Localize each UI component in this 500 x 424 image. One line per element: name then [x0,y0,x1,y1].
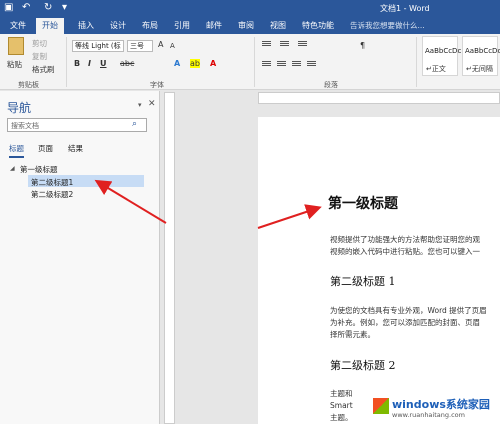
highlight-icon[interactable]: ab [190,59,200,68]
title-bar: ▣ ↶ ↻ ▾ 文档1 - Word [0,0,500,17]
font-size-select[interactable]: 三号 [127,40,153,52]
copy-button[interactable]: 复制 [32,51,47,62]
clipboard-group-label: 剪贴板 [18,81,39,89]
style-sample: AaBbCcDc [425,47,462,55]
bold-button[interactable]: B [74,59,80,68]
shrink-font-icon[interactable]: A [170,42,175,50]
tab-review[interactable]: 审阅 [238,20,254,31]
tab-file[interactable]: 文件 [10,20,26,31]
heading-1[interactable]: 第一级标题 [328,193,398,213]
paragraph-line[interactable]: 视频提供了功能强大的方法帮助您证明您的观 [330,234,480,246]
watermark-text: windows系统家园 [392,398,490,411]
strikethrough-button[interactable]: abc [120,59,134,68]
watermark-url: www.ruanhaitang.com [392,411,465,419]
paragraph-group-label: 段落 [324,81,338,89]
ribbon-tabs: 文件 开始 插入 设计 布局 引用 邮件 审阅 视图 特色功能 告诉我您想要做什… [0,17,500,34]
save-icon[interactable]: ▣ [4,2,13,14]
paragraph-line[interactable]: 视频的嵌入代码中进行粘贴。您也可以键入一 [330,246,480,258]
window-title: 文档1 - Word [380,4,430,13]
tree-item-h2-2[interactable]: 第二级标题2 [31,189,73,200]
font-color-icon[interactable]: A [210,59,216,68]
align-left-icon[interactable] [262,61,271,69]
heading-2-a[interactable]: 第二级标题 1 [330,273,396,289]
tab-special[interactable]: 特色功能 [302,20,334,31]
paste-button[interactable]: 粘贴 [7,59,22,70]
style-normal[interactable]: AaBbCcDc ↵正文 [422,36,462,76]
paste-icon[interactable] [8,37,24,55]
font-group-label: 字体 [150,81,164,89]
tab-mailings[interactable]: 邮件 [206,20,222,31]
bullets-icon[interactable] [262,41,271,49]
nav-options-icon[interactable]: ▾ [138,101,142,109]
multilevel-list-icon[interactable] [298,41,307,49]
tab-layout[interactable]: 布局 [142,20,158,31]
nav-tab-headings[interactable]: 标题 [9,143,24,158]
navigation-pane: 导航 ▾ ✕ 搜索文档 ⌕ 标题 页面 结果 ◢ 第一级标题 第二级标题1 第二… [0,91,160,424]
numbering-icon[interactable] [280,41,289,49]
tree-item-h2-1[interactable]: 第二级标题1 [31,177,73,188]
tab-references[interactable]: 引用 [174,20,190,31]
collapse-triangle-icon[interactable]: ◢ [10,165,15,172]
tree-item-h1[interactable]: 第一级标题 [20,164,58,175]
format-painter-button[interactable]: 格式刷 [32,64,55,75]
close-icon[interactable]: ✕ [148,99,156,109]
undo-icon[interactable]: ↶ [22,2,30,14]
document-page[interactable]: 第一级标题 视频提供了功能强大的方法帮助您证明您的观 视频的嵌入代码中进行粘贴。… [258,117,500,424]
font-name-select[interactable]: 等线 Light (标 [72,40,124,52]
style-label: ↵无间隔 [466,65,493,73]
paragraph-line[interactable]: 为补充。例如，您可以添加匹配的封面、页眉 [330,317,480,329]
ribbon: 粘贴 剪切 复制 格式刷 剪贴板 等线 Light (标 三号 A A B I … [0,34,500,90]
paragraph-line[interactable]: 为使您的文档具有专业外观，Word 提供了页眉 [330,305,487,317]
grow-font-icon[interactable]: A [158,40,163,49]
watermark-logo: windows系统家园 www.ruanhaitang.com [370,392,500,424]
paragraph-line[interactable]: Smart [330,400,353,412]
heading-2-b[interactable]: 第二级标题 2 [330,357,396,373]
style-no-spacing[interactable]: AaBbCcDc ↵无间隔 [462,36,500,76]
nav-title: 导航 [7,101,32,115]
style-label: ↵正文 [426,65,446,73]
redo-icon[interactable]: ↻ [44,2,52,14]
justify-icon[interactable] [307,61,316,69]
tab-home[interactable]: 开始 [36,18,64,34]
separator [254,37,255,87]
horizontal-ruler [258,92,500,104]
paragraph-line[interactable]: 主题和 [330,388,353,400]
customize-qat-icon[interactable]: ▾ [62,2,67,14]
style-sample: AaBbCcDc [465,47,500,55]
align-right-icon[interactable] [292,61,301,69]
separator [416,37,417,87]
separator [66,37,67,87]
tell-me-box[interactable]: 告诉我您想要做什么... [350,20,425,31]
tab-design[interactable]: 设计 [110,20,126,31]
search-input[interactable]: 搜索文档 [7,118,147,132]
paragraph-line[interactable]: 主题。 [330,412,353,424]
search-icon[interactable]: ⌕ [132,119,137,129]
underline-button[interactable]: U [100,59,107,68]
show-marks-icon[interactable]: ¶ [360,41,365,50]
tab-view[interactable]: 视图 [270,20,286,31]
windows-logo-icon [373,398,389,414]
align-center-icon[interactable] [277,61,286,69]
paragraph-line[interactable]: 择所需元素。 [330,329,375,341]
nav-tab-results[interactable]: 结果 [68,143,83,154]
nav-tab-pages[interactable]: 页面 [38,143,53,154]
vertical-ruler [164,92,175,424]
cut-button[interactable]: 剪切 [32,38,47,49]
tab-insert[interactable]: 插入 [78,20,94,31]
italic-button[interactable]: I [88,59,91,68]
text-effects-icon[interactable]: A [174,59,180,68]
